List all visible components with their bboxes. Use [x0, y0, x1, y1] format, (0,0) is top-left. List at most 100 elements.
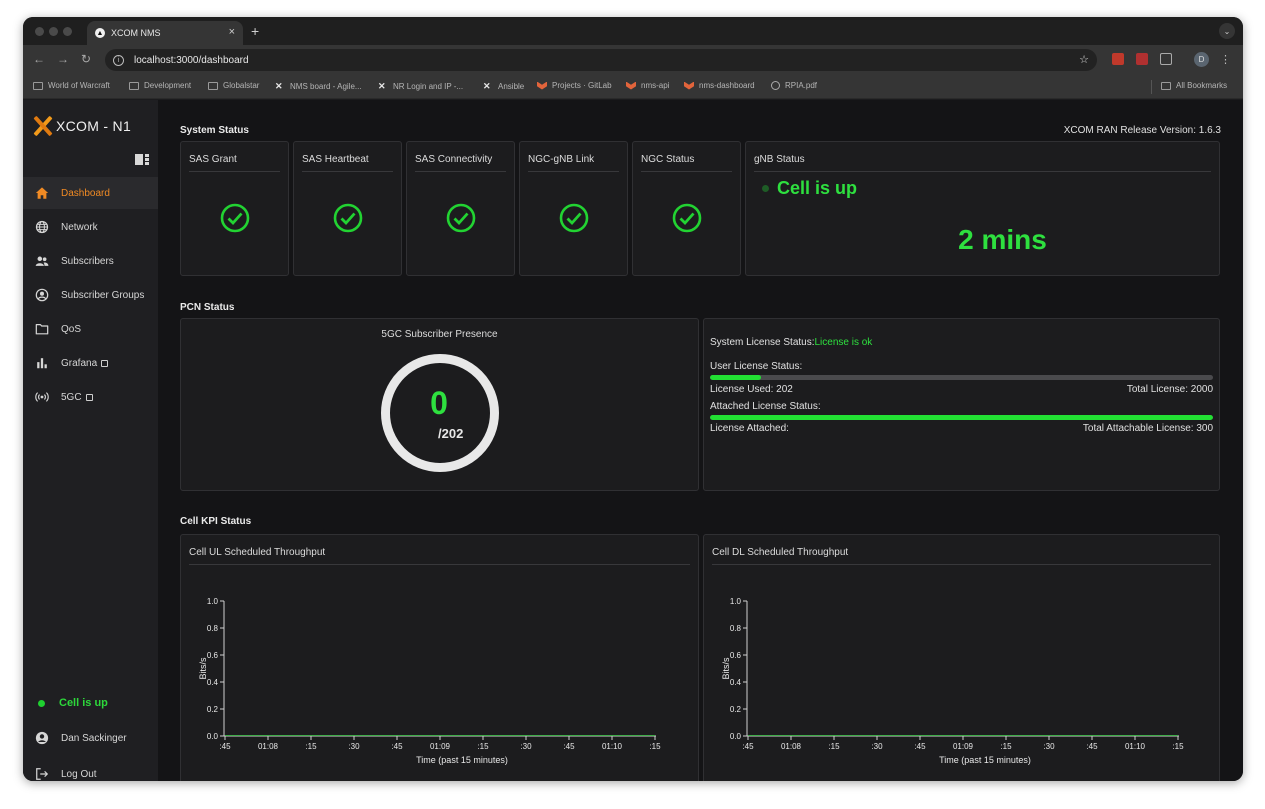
x-tick-label: 01:09	[430, 742, 451, 751]
check-circle-icon	[672, 203, 702, 233]
all-bookmarks-button[interactable]: All Bookmarks	[1161, 81, 1227, 90]
bookmark-item[interactable]: nms-dashboard	[684, 81, 755, 90]
gitlab-icon	[684, 81, 694, 90]
x-axis-label: Time (past 15 minutes)	[939, 755, 1031, 765]
sidebar-item-qos[interactable]: QoS	[23, 313, 158, 345]
profile-avatar[interactable]: D	[1194, 52, 1209, 67]
attached-license-label: Attached License Status:	[710, 401, 821, 412]
extension-icon[interactable]	[1112, 53, 1124, 65]
bookmark-item[interactable]: Development	[129, 81, 191, 90]
ngc-gnb-link-card: NGC-gNB Link	[519, 141, 628, 276]
reload-icon[interactable]: ↻	[81, 52, 91, 66]
bookmark-star-icon[interactable]: ☆	[1079, 53, 1089, 66]
sidebar-item-dashboard[interactable]: Dashboard	[23, 177, 158, 209]
check-circle-icon	[333, 203, 363, 233]
address-bar[interactable]: i localhost:3000/dashboard ☆	[105, 49, 1097, 71]
extensions-puzzle-icon[interactable]	[1160, 53, 1172, 65]
x-tick-label: :45	[742, 742, 754, 751]
total-attachable-license: Total Attachable License: 300	[1082, 423, 1213, 434]
xcom-icon: ✕	[483, 81, 491, 91]
sas-heartbeat-card: SAS Heartbeat	[293, 141, 402, 276]
globe-icon	[771, 81, 780, 90]
logout-button[interactable]: Log Out	[35, 767, 97, 781]
extension-icon[interactable]	[1136, 53, 1148, 65]
bookmark-item[interactable]: ✕ NR Login and IP -...	[378, 81, 463, 92]
browser-tab[interactable]: ▲ XCOM NMS ×	[87, 21, 243, 45]
home-icon	[35, 187, 49, 199]
ul-throughput-chart: 0.0 0.2 0.4 0.6 0.8 1.0:45 01:08:15:30:45 01:09…	[198, 597, 661, 765]
folder-icon	[1161, 81, 1171, 90]
tab-strip: ▲ XCOM NMS × + ⌄	[23, 17, 1243, 45]
browser-menu-icon[interactable]: ⋮	[1220, 53, 1231, 66]
sidebar-item-grafana[interactable]: Grafana	[23, 347, 158, 379]
y-tick-label: 1.0	[207, 597, 219, 606]
bookmark-item[interactable]: World of Warcraft	[33, 81, 110, 90]
system-license-status: System License Status:License is ok	[710, 337, 873, 348]
bookmarks-divider	[1151, 80, 1152, 94]
forward-arrow-icon[interactable]: →	[57, 52, 69, 66]
user-license-label: User License Status:	[710, 361, 803, 372]
presence-title: 5GC Subscriber Presence	[381, 329, 498, 340]
dl-throughput-card: Cell DL Scheduled Throughput 0.0 0.2 0.4 0.…	[703, 534, 1220, 781]
site-info-icon[interactable]: i	[113, 54, 124, 66]
sidebar-item-5gc[interactable]: 5GC	[23, 381, 158, 413]
close-tab-icon[interactable]: ×	[229, 26, 235, 38]
gnb-status-card: gNB Status Cell is up 2 mins	[745, 141, 1220, 276]
collapse-sidebar-icon[interactable]	[135, 154, 149, 165]
bookmark-item[interactable]: ✕ NMS board - Agile...	[275, 81, 362, 92]
system-status-title: System Status	[180, 125, 249, 136]
sidebar-item-subscribers[interactable]: Subscribers	[23, 245, 158, 277]
bookmark-item[interactable]: nms-api	[626, 81, 669, 90]
bookmark-item[interactable]: Projects · GitLab	[537, 81, 612, 90]
license-used: License Used: 202	[710, 384, 793, 395]
attached-license-fill	[710, 415, 1213, 420]
minimize-window-button[interactable]	[49, 27, 58, 36]
presence-value: 0	[430, 385, 448, 421]
back-arrow-icon[interactable]: ←	[33, 52, 45, 66]
user-license-bar	[710, 375, 1213, 380]
xcom-logo-icon	[32, 115, 54, 137]
logo-text: XCOM - N1	[56, 118, 132, 134]
x-tick-label: :45	[1086, 742, 1098, 751]
check-circle-icon	[559, 203, 589, 233]
license-attached: License Attached:	[710, 423, 789, 434]
x-tick-label: 01:10	[602, 742, 623, 751]
sas-connectivity-card: SAS Connectivity	[406, 141, 515, 276]
x-tick-label: 01:09	[953, 742, 974, 751]
check-circle-icon	[446, 203, 476, 233]
xcom-icon: ✕	[378, 81, 386, 91]
url-text: localhost:3000/dashboard	[134, 54, 249, 66]
bookmark-item[interactable]: Globalstar	[208, 81, 259, 90]
users-icon	[35, 256, 49, 266]
user-profile[interactable]: Dan Sackinger	[35, 731, 127, 745]
user-license-fill	[710, 375, 761, 380]
x-tick-label: :45	[563, 742, 575, 751]
y-tick-label: 1.0	[730, 597, 742, 606]
total-license: Total License: 2000	[1126, 384, 1213, 395]
check-circle-icon	[220, 203, 250, 233]
x-tick-label: :45	[391, 742, 403, 751]
sidebar-item-network[interactable]: Network	[23, 211, 158, 243]
bar-chart-icon	[37, 358, 47, 369]
x-tick-label: :30	[871, 742, 883, 751]
y-tick-label: 0.8	[730, 624, 742, 633]
sidebar-item-subscriber-groups[interactable]: Subscriber Groups	[23, 279, 158, 311]
release-version: XCOM RAN Release Version: 1.6.3	[1063, 125, 1221, 136]
new-tab-button[interactable]: +	[251, 23, 259, 39]
x-tick-label: 01:08	[258, 742, 279, 751]
card-title: SAS Grant	[189, 148, 280, 172]
tab-search-button[interactable]: ⌄	[1219, 23, 1235, 39]
maximize-window-button[interactable]	[63, 27, 72, 36]
bookmark-item[interactable]: ✕ Ansible	[483, 81, 524, 92]
nms-app: XCOM - N1 Dashboard Network Subscribers	[23, 100, 1243, 781]
y-tick-label: 0.0	[207, 732, 219, 741]
ngc-status-card: NGC Status	[632, 141, 741, 276]
close-window-button[interactable]	[35, 27, 44, 36]
license-state: License is ok	[814, 337, 873, 348]
account-circle-icon	[35, 731, 49, 745]
x-tick-label: :15	[305, 742, 317, 751]
presence-total: /202	[438, 426, 464, 441]
x-tick-label: :45	[219, 742, 231, 751]
bookmark-item[interactable]: RPIA.pdf	[771, 81, 817, 90]
subscriber-presence-card: 5GC Subscriber Presence 0 /202	[180, 318, 699, 491]
